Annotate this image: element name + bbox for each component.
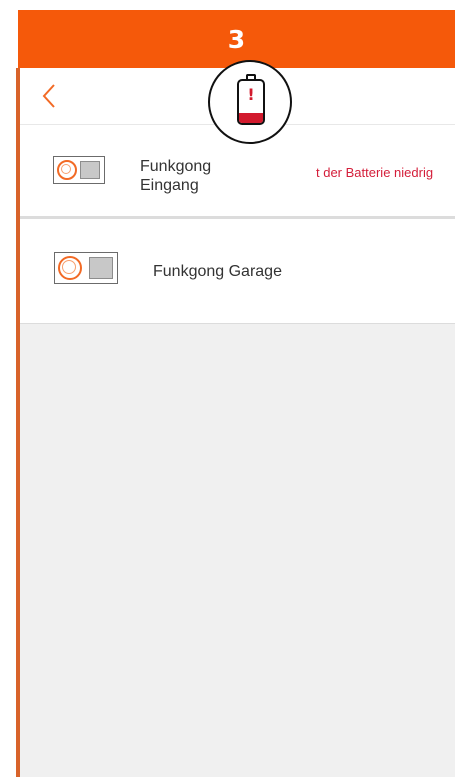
battery-callout: ! <box>208 60 292 144</box>
chime-device-icon <box>53 156 105 184</box>
chime-ring <box>57 160 77 180</box>
chime-ring <box>58 256 82 280</box>
battery-low-icon: ! <box>237 79 265 125</box>
device-row-garage[interactable]: Funkgong Garage <box>20 219 455 324</box>
chime-device-icon <box>54 252 118 284</box>
chime-button <box>89 257 113 279</box>
exclamation-icon: ! <box>247 85 255 104</box>
step-banner: 3 <box>18 10 455 68</box>
step-number: 3 <box>227 24 246 54</box>
device-list: Funkgong Eingang t der Batterie niedrig … <box>20 125 455 324</box>
app-screen: Geräte Funkgong Eingang t der Batterie n… <box>20 68 455 777</box>
battery-level-fill <box>239 112 263 123</box>
device-name: Funkgong Garage <box>153 263 282 280</box>
device-name: Funkgong Eingang <box>140 158 212 194</box>
chime-button <box>80 161 100 179</box>
battery-status-text: t der Batterie niedrig <box>316 165 434 180</box>
